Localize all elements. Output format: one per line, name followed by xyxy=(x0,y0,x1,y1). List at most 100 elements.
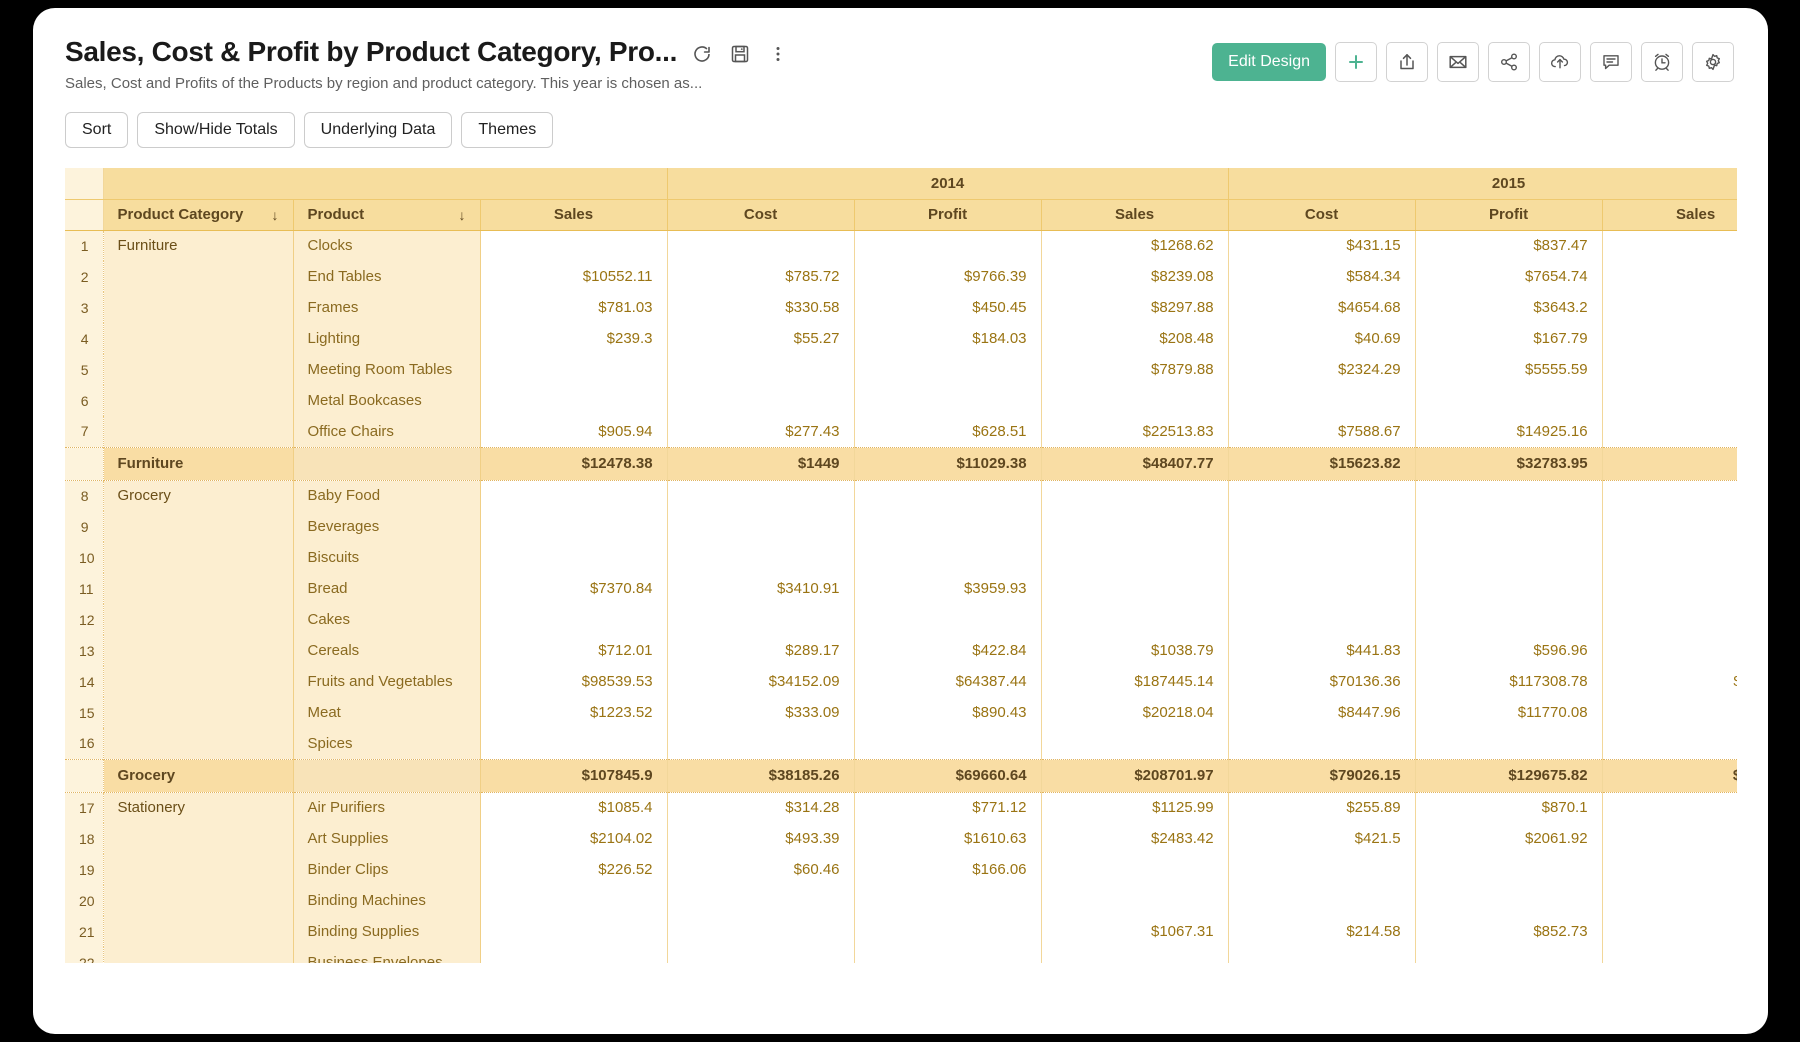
cell-value xyxy=(667,916,854,947)
email-icon[interactable] xyxy=(1437,42,1479,82)
cell-value: $8 xyxy=(1602,604,1737,635)
report-window: Sales, Cost & Profit by Product Category… xyxy=(33,8,1768,1034)
total-product-blank xyxy=(293,447,480,480)
table-row: 20Binding Machines$ xyxy=(65,885,1737,916)
cell-value xyxy=(854,604,1041,635)
cell-value: $431.15 xyxy=(1228,230,1415,261)
cell-value xyxy=(480,885,667,916)
cell-value xyxy=(1415,480,1602,511)
cell-value xyxy=(1041,573,1228,604)
row-index: 10 xyxy=(65,542,103,573)
row-index: 13 xyxy=(65,635,103,666)
cell-value: $101 xyxy=(1602,354,1737,385)
cell-value: $ xyxy=(1602,885,1737,916)
year-group-header: 2015 xyxy=(1228,168,1737,199)
row-index: 1 xyxy=(65,230,103,261)
total-value: $129675.82 xyxy=(1415,759,1602,792)
column-header-profit[interactable]: Profit xyxy=(1415,199,1602,230)
gear-icon[interactable] xyxy=(1692,42,1734,82)
cell-value xyxy=(854,354,1041,385)
pivot-table-scroll-area[interactable]: 20142015 Product Category↓Product↓SalesC… xyxy=(65,168,1737,963)
export-icon[interactable] xyxy=(1386,42,1428,82)
category-total-row: Furniture$12478.38$1449$11029.38$48407.7… xyxy=(65,447,1737,480)
cell-product-category xyxy=(103,666,293,697)
cell-product: Cereals xyxy=(293,635,480,666)
cell-value: $5555.59 xyxy=(1415,354,1602,385)
comment-icon[interactable] xyxy=(1590,42,1632,82)
total-value: $79026.15 xyxy=(1228,759,1415,792)
column-header-label: Product xyxy=(308,206,365,223)
cell-value xyxy=(667,385,854,416)
cell-value xyxy=(480,480,667,511)
themes-button[interactable]: Themes xyxy=(461,112,553,148)
cell-value xyxy=(1041,728,1228,759)
cell-value xyxy=(1041,947,1228,963)
header-action-bar: Edit Design xyxy=(1212,36,1734,82)
row-index: 3 xyxy=(65,292,103,323)
cell-value: $7654.74 xyxy=(1415,261,1602,292)
cell-value: $422.84 xyxy=(854,635,1041,666)
column-header-sales[interactable]: Sales xyxy=(1602,199,1737,230)
column-header-sales[interactable]: Sales xyxy=(480,199,667,230)
total-value: $38185.26 xyxy=(667,759,854,792)
cell-value: $450.45 xyxy=(854,292,1041,323)
cell-value xyxy=(1415,511,1602,542)
cell-product-category xyxy=(103,854,293,885)
column-header-product[interactable]: Product ↓ xyxy=(293,199,480,230)
cell-value xyxy=(1228,604,1415,635)
cell-product: Metal Bookcases xyxy=(293,385,480,416)
plus-icon[interactable] xyxy=(1335,42,1377,82)
cell-value xyxy=(854,947,1041,963)
underlying-data-button[interactable]: Underlying Data xyxy=(304,112,453,148)
table-row: 7Office Chairs$905.94$277.43$628.51$2251… xyxy=(65,416,1737,447)
cell-value: $870.1 xyxy=(1415,792,1602,823)
sort-button[interactable]: Sort xyxy=(65,112,128,148)
cell-value: $7370.84 xyxy=(480,573,667,604)
cell-product: Meat xyxy=(293,697,480,728)
row-index: 5 xyxy=(65,354,103,385)
cell-value: $1610.63 xyxy=(854,823,1041,854)
cell-value: $852.73 xyxy=(1415,916,1602,947)
cell-value: $1268.62 xyxy=(1041,230,1228,261)
total-value: $1449 xyxy=(667,447,854,480)
cloud-upload-icon[interactable] xyxy=(1539,42,1581,82)
column-header-row: Product Category↓Product↓SalesCostProfit… xyxy=(65,199,1737,230)
total-value: $273 xyxy=(1602,447,1737,480)
cell-value: $1 xyxy=(1602,947,1737,963)
column-header-profit[interactable]: Profit xyxy=(854,199,1041,230)
edit-design-button[interactable]: Edit Design xyxy=(1212,43,1326,81)
total-value: $12478.38 xyxy=(480,447,667,480)
sort-desc-icon[interactable]: ↓ xyxy=(264,207,279,223)
column-header-cost[interactable]: Cost xyxy=(667,199,854,230)
row-index: 16 xyxy=(65,728,103,759)
alarm-icon[interactable] xyxy=(1641,42,1683,82)
more-vertical-icon[interactable] xyxy=(767,43,789,65)
cell-value: $167.79 xyxy=(1415,323,1602,354)
show-hide-totals-button[interactable]: Show/Hide Totals xyxy=(137,112,294,148)
cell-value: $214.58 xyxy=(1228,916,1415,947)
cell-value: $1125.99 xyxy=(1041,792,1228,823)
row-index: 17 xyxy=(65,792,103,823)
column-header-product-category[interactable]: Product Category↓ xyxy=(103,199,293,230)
share-icon[interactable] xyxy=(1488,42,1530,82)
cell-value: $11770.08 xyxy=(1415,697,1602,728)
cell-product-category xyxy=(103,385,293,416)
cell-value xyxy=(480,947,667,963)
cell-value xyxy=(1041,854,1228,885)
cell-value: $1067.31 xyxy=(1041,916,1228,947)
cell-value: $785.72 xyxy=(667,261,854,292)
save-icon[interactable] xyxy=(729,43,751,65)
row-index: 21 xyxy=(65,916,103,947)
cell-product: Biscuits xyxy=(293,542,480,573)
cell-value: $128 xyxy=(1602,728,1737,759)
column-header-cost[interactable]: Cost xyxy=(1228,199,1415,230)
cell-value: $12 xyxy=(1602,292,1737,323)
cell-value: $905.94 xyxy=(480,416,667,447)
column-header-sales[interactable]: Sales xyxy=(1041,199,1228,230)
sort-desc-icon[interactable]: ↓ xyxy=(451,207,466,223)
cell-value: $226.52 xyxy=(480,854,667,885)
refresh-icon[interactable] xyxy=(691,43,713,65)
table-row: 14Fruits and Vegetables$98539.53$34152.0… xyxy=(65,666,1737,697)
row-index: 4 xyxy=(65,323,103,354)
cell-value xyxy=(1041,604,1228,635)
